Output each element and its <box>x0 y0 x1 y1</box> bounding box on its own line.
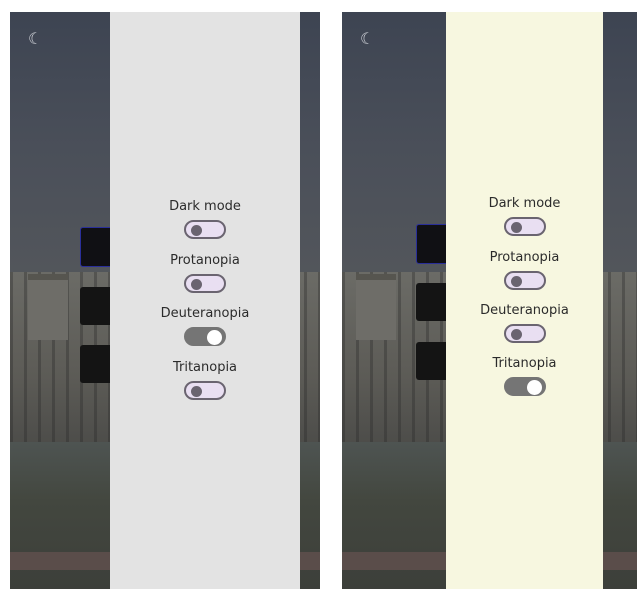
option-label: Tritanopia <box>172 360 238 375</box>
option-label: Deuteranopia <box>480 303 569 318</box>
tritanopia-toggle[interactable] <box>503 377 546 396</box>
option-tritanopia: Tritanopia <box>110 359 300 404</box>
option-label: Tritanopia <box>492 356 557 371</box>
option-label: Protanopia <box>170 253 240 268</box>
deuteranopia-toggle[interactable] <box>184 327 226 346</box>
settings-panel: Dark mode Protanopia Deuteranopia Tritan… <box>446 12 603 589</box>
background-tower <box>28 274 68 340</box>
deuteranopia-toggle[interactable] <box>503 324 546 343</box>
option-dark-mode: Dark mode <box>446 195 603 240</box>
toggle-knob <box>510 222 522 233</box>
toggle-knob <box>526 380 542 395</box>
screen-left: ☾ Dark mode Protanopia Deuteranopia Trit… <box>10 12 320 589</box>
toggle-knob <box>207 330 222 345</box>
toggle-knob <box>510 276 522 287</box>
screen-right: ☾ Dark mode Protanopia Deuteranopia Trit… <box>342 12 637 589</box>
option-tritanopia: Tritanopia <box>446 355 603 400</box>
option-protanopia: Protanopia <box>446 249 603 294</box>
settings-panel: Dark mode Protanopia Deuteranopia Tritan… <box>110 12 300 589</box>
option-label: Deuteranopia <box>160 306 250 321</box>
moon-icon[interactable]: ☾ <box>360 30 378 48</box>
option-label: Dark mode <box>169 199 241 214</box>
option-protanopia: Protanopia <box>110 252 300 297</box>
option-label: Protanopia <box>489 250 560 265</box>
tritanopia-toggle[interactable] <box>184 381 226 400</box>
protanopia-toggle[interactable] <box>184 274 226 293</box>
option-deuteranopia: Deuteranopia <box>110 305 300 350</box>
dark-mode-toggle[interactable] <box>503 217 546 236</box>
toggle-knob <box>191 225 202 236</box>
background-tower <box>356 274 396 340</box>
toggle-knob <box>191 386 202 397</box>
option-dark-mode: Dark mode <box>110 198 300 243</box>
dark-mode-toggle[interactable] <box>184 220 226 239</box>
option-deuteranopia: Deuteranopia <box>446 302 603 347</box>
moon-icon[interactable]: ☾ <box>28 30 46 48</box>
toggle-knob <box>191 279 202 290</box>
protanopia-toggle[interactable] <box>503 271 546 290</box>
option-label: Dark mode <box>488 196 561 211</box>
toggle-knob <box>510 329 522 340</box>
